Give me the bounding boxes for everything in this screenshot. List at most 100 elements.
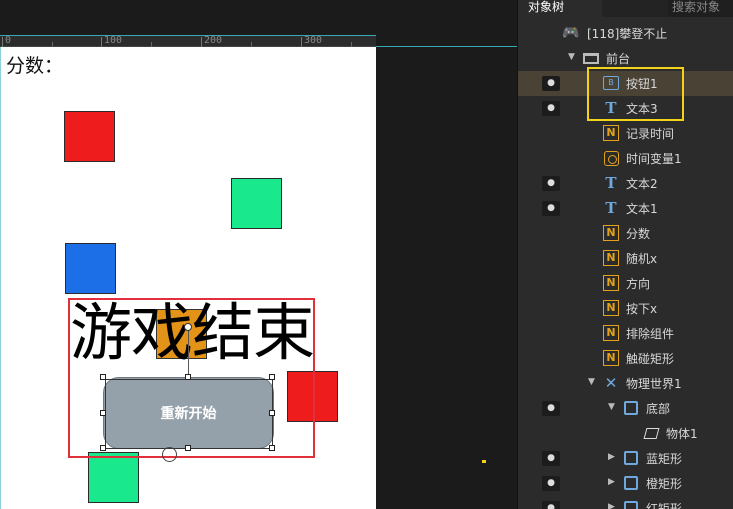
tree-item[interactable]: ● B 按钮1	[518, 71, 733, 96]
tree-item-label: 物体1	[666, 427, 698, 441]
tree-item-label: 按钮1	[626, 77, 658, 91]
tree-item-label: 文本2	[626, 177, 658, 191]
body-icon	[642, 424, 660, 442]
tree-item[interactable]: ● ▶ 红矩形	[518, 496, 733, 509]
tree-item-label: 随机x	[626, 252, 658, 266]
object-tree-panel: 对象树 搜索对象 🎮 [118]攀登不止 ▼ 前台 ● B 按钮1 ● T 文本…	[517, 0, 733, 509]
expand-arrow[interactable]: ▼	[568, 52, 575, 62]
visibility-eye-icon[interactable]: ●	[542, 76, 560, 91]
marker-dot	[482, 460, 486, 463]
variable-icon: N	[602, 224, 620, 242]
visibility-eye-icon[interactable]: ●	[542, 501, 560, 509]
physics-icon: ✕	[604, 374, 618, 392]
tree-item-label: 记录时间	[626, 127, 675, 141]
resize-handle[interactable]	[269, 445, 275, 451]
red-rectangle[interactable]	[64, 111, 115, 162]
resize-handle[interactable]	[269, 410, 275, 416]
visibility-eye-icon[interactable]: ●	[542, 451, 560, 466]
tree-item-label: [118]攀登不止	[587, 27, 668, 41]
restart-button[interactable]: 重新开始	[103, 377, 274, 449]
ruler-tick	[2, 37, 3, 47]
variable-icon: N	[602, 349, 620, 367]
tree-item[interactable]: ▼ ✕ 物理世界1	[518, 371, 733, 396]
layer-icon	[622, 399, 640, 417]
visibility-eye-icon[interactable]: ●	[542, 201, 560, 216]
visibility-eye-icon[interactable]: ●	[542, 101, 560, 116]
rotation-handle[interactable]	[184, 323, 192, 331]
tree-item[interactable]: ● T 文本2	[518, 171, 733, 196]
variable-icon: N	[602, 299, 620, 317]
text-icon: T	[605, 99, 617, 117]
blue-rectangle[interactable]	[65, 243, 116, 294]
tree-item-label: 蓝矩形	[646, 452, 683, 466]
tree-item[interactable]: N 按下x	[518, 296, 733, 321]
expand-arrow[interactable]: ▶	[608, 477, 615, 487]
visibility-eye-icon[interactable]: ●	[542, 176, 560, 191]
green-rectangle[interactable]	[231, 178, 282, 229]
resize-handle[interactable]	[269, 374, 275, 380]
layer-icon	[622, 474, 640, 492]
game-canvas[interactable]: 分数： 游戏结束 重新开始	[0, 47, 376, 509]
expand-arrow[interactable]: ▶	[608, 502, 615, 509]
timer-icon	[602, 149, 620, 167]
layer-icon	[622, 449, 640, 467]
variable-icon: N	[602, 249, 620, 267]
ruler-label: 300	[304, 35, 323, 46]
search-objects-input[interactable]: 搜索对象	[668, 0, 733, 17]
text-icon: T	[605, 174, 617, 192]
tab-object-tree[interactable]: 对象树	[518, 0, 602, 17]
tree-item[interactable]: N 方向	[518, 271, 733, 296]
stage-area: 0 100 200 300 分数： 游戏结束 重新开始	[0, 0, 517, 509]
tree-item[interactable]: 🎮 [118]攀登不止	[518, 21, 733, 46]
layer-icon	[622, 499, 640, 509]
tree-item[interactable]: ▼ 前台	[518, 46, 733, 71]
tree-item-label: 物理世界1	[626, 377, 682, 391]
tree-item[interactable]: N 排除组件	[518, 321, 733, 346]
ruler-label: 0	[5, 35, 12, 46]
resize-handle[interactable]	[185, 445, 191, 451]
tree-item-label: 时间变量1	[626, 152, 682, 166]
tree-item-label: 方向	[626, 277, 651, 291]
tree-item[interactable]: ● ▼ 底部	[518, 396, 733, 421]
ruler-tick	[201, 37, 202, 47]
restart-button-label: 重新开始	[160, 406, 217, 422]
tree-item-label: 底部	[646, 402, 671, 416]
stage-icon	[582, 49, 600, 67]
resize-handle[interactable]	[100, 410, 106, 416]
visibility-eye-icon[interactable]: ●	[542, 476, 560, 491]
anchor-point[interactable]	[162, 447, 177, 462]
variable-icon: N	[602, 324, 620, 342]
tree-item-label: 橙矩形	[646, 477, 683, 491]
resize-handle[interactable]	[100, 445, 106, 451]
tree-item[interactable]: ● T 文本1	[518, 196, 733, 221]
button-icon: B	[602, 74, 620, 92]
expand-arrow[interactable]: ▼	[588, 377, 595, 387]
tree-item[interactable]: ● T 文本3	[518, 96, 733, 121]
tree-item[interactable]: ● ▶ 橙矩形	[518, 471, 733, 496]
tree-item-label: 触碰矩形	[626, 352, 675, 366]
tree-item[interactable]: N 记录时间	[518, 121, 733, 146]
expand-arrow[interactable]: ▼	[608, 402, 615, 412]
tree-item[interactable]: N 分数	[518, 221, 733, 246]
tree-item[interactable]: N 触碰矩形	[518, 346, 733, 371]
tree-list: 🎮 [118]攀登不止 ▼ 前台 ● B 按钮1 ● T 文本3 N 记录时间 …	[518, 21, 733, 509]
gamepad-icon: 🎮	[562, 25, 580, 41]
tree-item-label: 前台	[606, 52, 631, 66]
guide-line	[376, 46, 517, 47]
tree-item-label: 文本1	[626, 202, 658, 216]
resize-handle[interactable]	[185, 374, 191, 380]
expand-arrow[interactable]: ▶	[608, 452, 615, 462]
tree-item-label: 分数	[626, 227, 651, 241]
tree-item[interactable]: 物体1	[518, 421, 733, 446]
horizontal-ruler: 0 100 200 300	[0, 35, 376, 47]
visibility-eye-icon[interactable]: ●	[542, 401, 560, 416]
variable-icon: N	[602, 124, 620, 142]
score-text[interactable]: 分数：	[6, 51, 63, 78]
panel-tabs: 对象树 搜索对象	[518, 0, 733, 17]
tree-item[interactable]: 时间变量1	[518, 146, 733, 171]
tree-item[interactable]: N 随机x	[518, 246, 733, 271]
variable-icon: N	[602, 274, 620, 292]
green-rectangle[interactable]	[88, 452, 139, 503]
tree-item[interactable]: ● ▶ 蓝矩形	[518, 446, 733, 471]
resize-handle[interactable]	[100, 374, 106, 380]
